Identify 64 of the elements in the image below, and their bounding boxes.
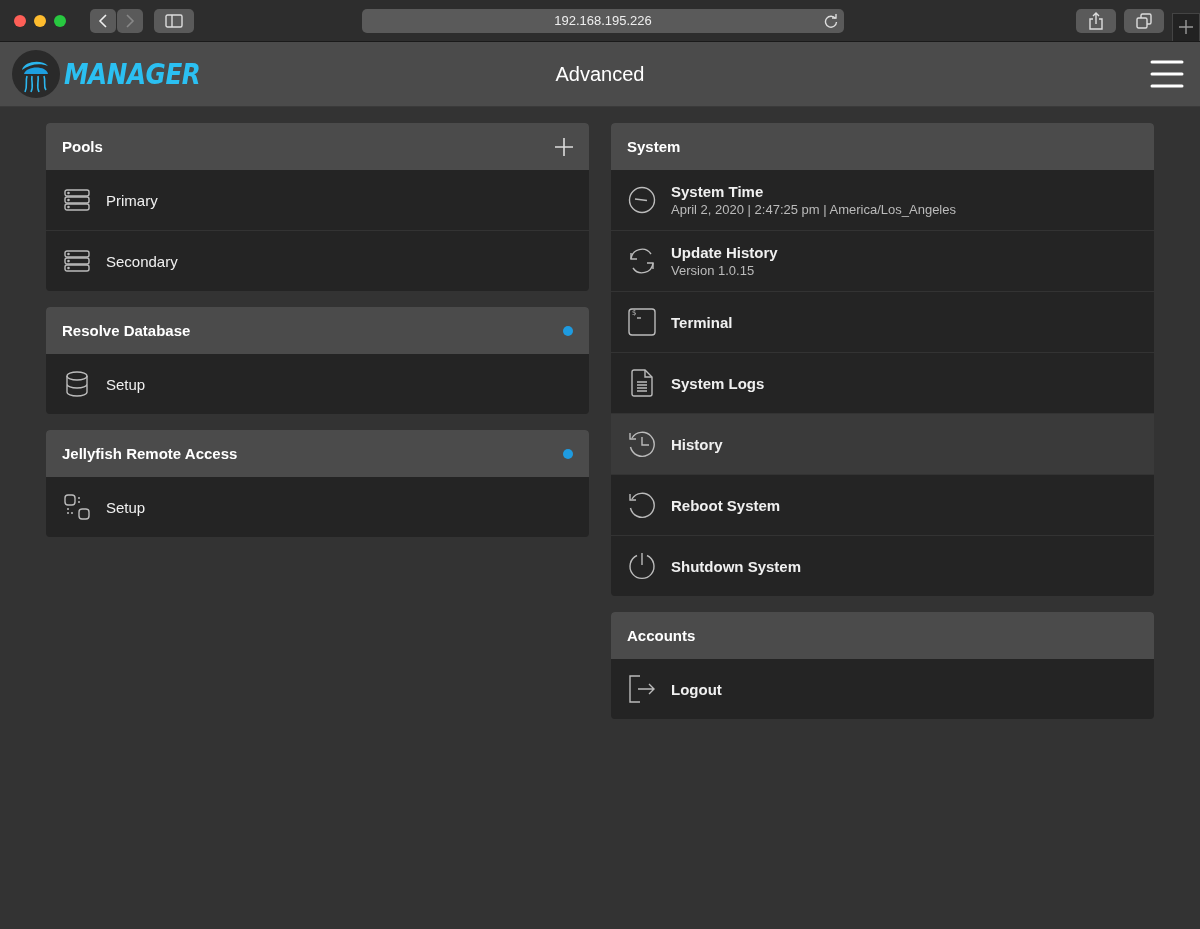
reload-icon[interactable] <box>824 13 838 28</box>
panel-title: System <box>627 138 681 155</box>
list-item[interactable]: System Time April 2, 2020 | 2:47:25 pm | America/Los_Angeles <box>611 170 1154 230</box>
forward-button[interactable] <box>117 8 143 33</box>
list-item[interactable]: Primary <box>46 170 589 230</box>
back-button[interactable] <box>90 8 116 33</box>
logo-text: MANAGER <box>64 57 201 91</box>
add-button[interactable] <box>555 137 573 156</box>
panel-title: Pools <box>62 138 103 155</box>
terminal-icon <box>628 308 656 336</box>
list-item[interactable]: Setup <box>46 477 589 537</box>
list-item[interactable]: Update History Version 1.0.15 <box>611 230 1154 291</box>
sync-icon <box>628 247 656 275</box>
nodes-icon <box>64 494 90 520</box>
page-title: Advanced <box>555 62 645 86</box>
item-detail: April 2, 2020 | 2:47:25 pm | America/Los_Angeles <box>671 202 956 217</box>
list-item[interactable]: History <box>611 413 1154 474</box>
item-label: Logout <box>671 680 722 698</box>
item-label: Setup <box>106 375 146 393</box>
sidebar-button[interactable] <box>154 8 194 33</box>
chevron-right-icon <box>125 13 135 28</box>
item-label: System Logs <box>671 374 765 392</box>
server-icon <box>64 189 90 211</box>
list-item[interactable]: Shutdown System <box>611 535 1154 596</box>
sidebar-icon <box>165 13 183 28</box>
list-item[interactable]: Setup <box>46 354 589 414</box>
item-label: System Time <box>671 183 765 200</box>
chevron-left-icon <box>98 13 108 28</box>
item-label: Update History <box>671 244 778 261</box>
menu-button[interactable] <box>1150 60 1184 88</box>
logout-icon <box>628 675 656 703</box>
jellyfish-logo-icon <box>12 50 60 98</box>
new-tab-button[interactable] <box>1172 12 1200 41</box>
clock-icon <box>628 186 656 214</box>
address-bar[interactable]: 192.168.195.226 <box>362 8 844 33</box>
document-icon <box>631 369 653 397</box>
panel-title: Accounts <box>627 627 696 644</box>
panel-title: Resolve Database <box>62 322 191 339</box>
list-item[interactable]: Logout <box>611 659 1154 719</box>
share-button[interactable] <box>1076 8 1116 33</box>
item-label: Terminal <box>671 313 733 331</box>
item-detail: Version 1.0.15 <box>671 263 756 278</box>
close-icon[interactable] <box>14 14 26 27</box>
list-item[interactable]: Reboot System <box>611 474 1154 535</box>
plus-icon <box>555 137 573 156</box>
item-label: Setup <box>106 498 146 516</box>
item-label: Primary <box>106 191 158 209</box>
share-icon <box>1089 11 1103 30</box>
item-label: History <box>671 435 723 453</box>
minimize-icon[interactable] <box>34 14 46 27</box>
list-item[interactable]: Secondary <box>46 230 589 291</box>
reboot-icon <box>628 491 656 519</box>
item-label: Reboot System <box>671 496 781 514</box>
item-label: Secondary <box>106 252 178 270</box>
tabs-button[interactable] <box>1124 8 1164 33</box>
tabs-icon <box>1136 12 1152 29</box>
database-icon <box>65 371 89 397</box>
plus-icon <box>1179 20 1193 34</box>
power-icon <box>628 552 656 580</box>
panel-title: Jellyfish Remote Access <box>62 445 238 462</box>
history-icon <box>628 430 656 458</box>
item-label: Shutdown System <box>671 557 801 575</box>
server-icon <box>64 250 90 272</box>
zoom-icon[interactable] <box>54 14 66 27</box>
